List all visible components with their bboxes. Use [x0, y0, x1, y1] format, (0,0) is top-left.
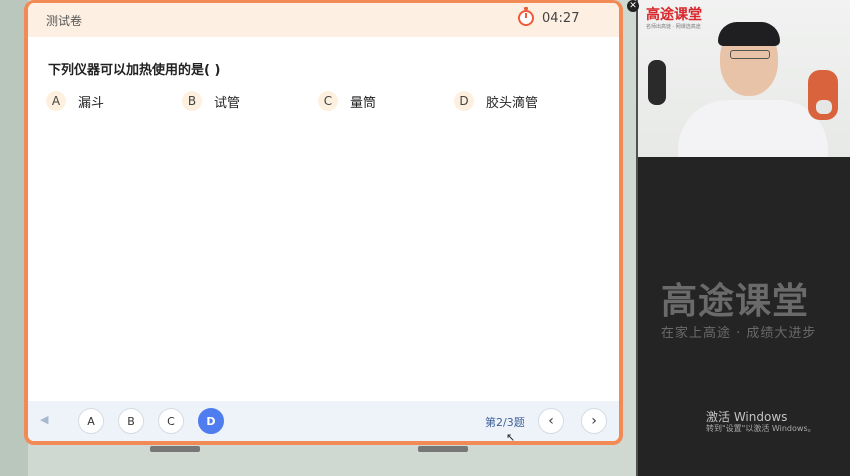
teacher-glasses [730, 50, 770, 59]
options-list: A 漏斗 B 试管 C 量筒 D 胶头滴管 [46, 91, 606, 113]
quiz-footer: ◀ A B C D 第2/3题 ‹ › [28, 401, 619, 441]
teacher-hair [718, 22, 780, 46]
brand-slogan: 在家上高途 · 成绩大进步 [661, 326, 817, 341]
collapse-arrow-icon[interactable]: ◀ [40, 413, 48, 426]
option-letter: B [182, 91, 202, 111]
timer: 04:27 [518, 7, 580, 26]
quiz-header: 测试卷 04:27 [28, 3, 619, 37]
option-c[interactable]: C 量筒 [318, 91, 376, 111]
option-d[interactable]: D 胶头滴管 [454, 91, 538, 111]
windows-activation-subtitle: 转到"设置"以激活 Windows。 [706, 424, 816, 433]
page-indicator: 第2/3题 [485, 416, 525, 429]
option-text: 试管 [214, 95, 241, 111]
chevron-left-icon: ‹ [548, 413, 554, 429]
whiteboard-handle [418, 446, 468, 452]
teacher-body [678, 100, 828, 157]
whiteboard-handle [150, 446, 200, 452]
quiz-title: 测试卷 [46, 13, 83, 28]
option-letter: C [318, 91, 338, 111]
mouse-cursor-icon: ↖ [506, 431, 516, 444]
stopwatch-icon [518, 7, 534, 26]
option-text: 胶头滴管 [486, 95, 539, 111]
prev-question-button[interactable]: ‹ [538, 408, 564, 434]
chair [648, 60, 666, 105]
next-question-button[interactable]: › [581, 408, 607, 434]
question-text: 下列仪器可以加热使用的是( ) [48, 63, 221, 78]
option-a[interactable]: A 漏斗 [46, 91, 104, 111]
mascot-face [816, 100, 832, 114]
option-letter: A [46, 91, 66, 111]
option-text: 漏斗 [78, 95, 105, 111]
close-icon[interactable]: ✕ [627, 0, 639, 12]
timer-text: 04:27 [542, 10, 580, 26]
teacher-video: 高途课堂 名师出高徒 · 网课选高途 [638, 0, 850, 157]
answer-button-a[interactable]: A [78, 408, 104, 434]
option-b[interactable]: B 试管 [182, 91, 240, 111]
chevron-right-icon: › [591, 413, 597, 429]
video-logo: 高途课堂 [646, 7, 702, 23]
answer-button-c[interactable]: C [158, 408, 184, 434]
option-text: 量筒 [350, 95, 377, 111]
option-letter: D [454, 91, 474, 111]
answer-button-d[interactable]: D [198, 408, 224, 434]
quiz-panel: 测试卷 04:27 下列仪器可以加热使用的是( ) A 漏斗 B 试管 C 量筒… [24, 0, 623, 445]
brand-name: 高途课堂 [661, 281, 810, 322]
answer-button-b[interactable]: B [118, 408, 144, 434]
video-logo-sub: 名师出高徒 · 网课选高途 [646, 24, 701, 30]
